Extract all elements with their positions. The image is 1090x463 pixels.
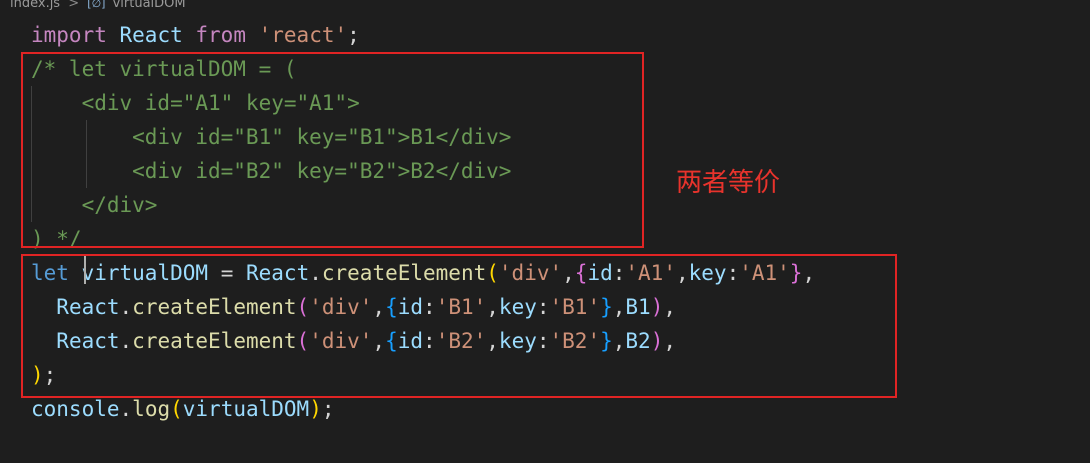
variable-symbol-icon: [∅]	[87, 0, 106, 10]
breadcrumb-file[interactable]: index.js	[10, 0, 60, 11]
jsx-highlight-box	[21, 52, 644, 248]
code-line-1: import React from 'react';	[31, 23, 360, 47]
equivalence-annotation: 两者等价	[676, 168, 781, 198]
breadcrumb-symbol[interactable]: virtualDOM	[113, 0, 186, 11]
breadcrumb-separator: >	[68, 0, 80, 11]
create-element-highlight-box	[21, 254, 897, 398]
breadcrumb[interactable]: index.js > [∅] virtualDOM	[10, 0, 186, 12]
